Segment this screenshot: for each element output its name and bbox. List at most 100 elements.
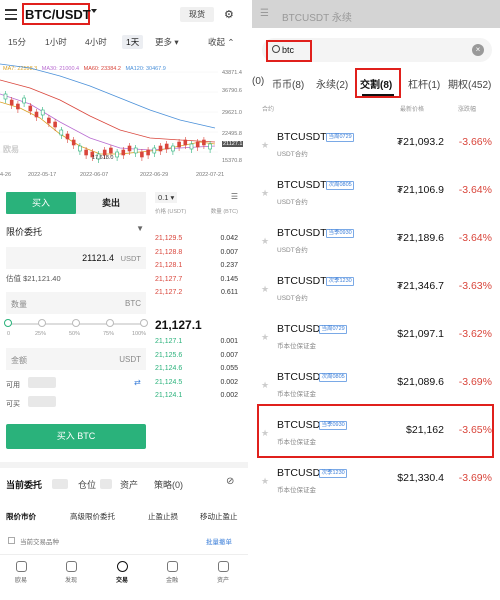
timeframe-1h[interactable]: 1小时 bbox=[45, 36, 67, 48]
tab-positions[interactable]: 仓位 bbox=[78, 478, 96, 491]
buy-tab[interactable]: 买入 bbox=[6, 192, 76, 214]
orderbook-row[interactable]: 21,129.5 0.042 bbox=[155, 235, 243, 247]
contract-row[interactable]: ★ BTCUSDT 次季1230 USDT合约 ₮21,346.7 -3.63% bbox=[252, 266, 500, 314]
quantity-input[interactable]: 数量 BTC bbox=[6, 292, 146, 314]
market-mode-toggle[interactable]: 现货 bbox=[180, 7, 214, 22]
contract-row[interactable]: ★ BTCUSDT 次周0805 USDT合约 ₮21,106.9 -3.64% bbox=[252, 170, 500, 218]
orderbook-row[interactable]: 21,124.1 0.002 bbox=[155, 392, 243, 404]
tab-options[interactable]: 期权(452) bbox=[448, 76, 491, 91]
orderbook-row[interactable]: 21,124.6 0.055 bbox=[155, 365, 243, 377]
slider-handle[interactable] bbox=[4, 319, 12, 327]
subtab-tp-sl[interactable]: 止盈止损 bbox=[148, 511, 178, 522]
depth-select[interactable]: 0.1 ▾ bbox=[155, 192, 178, 203]
expiry-tag: 当周0729 bbox=[319, 325, 348, 334]
contract-symbol: BTCUSDT bbox=[277, 179, 327, 191]
contract-row[interactable]: ★ BTCUSD 次季1230 币本位保证金 $21,330.4 -3.69% bbox=[252, 458, 500, 506]
col-price[interactable]: 最新价格 bbox=[400, 104, 424, 113]
orderbook-price: 21,124.5 bbox=[155, 378, 183, 386]
collapse-chart-button[interactable]: 收起 ⌃ bbox=[208, 36, 234, 48]
nav-home[interactable]: 欧易 bbox=[6, 561, 36, 584]
orderbook-row[interactable]: 21,124.5 0.002 bbox=[155, 379, 243, 391]
contract-row[interactable]: ★ BTCUSD 次周0805 币本位保证金 $21,089.6 -3.69% bbox=[252, 362, 500, 410]
nav-discover[interactable]: 发现 bbox=[56, 561, 86, 584]
contract-row[interactable]: ★ BTCUSD 当周0729 币本位保证金 $21,097.1 -3.62% bbox=[252, 314, 500, 362]
clear-icon[interactable]: × bbox=[472, 44, 484, 56]
nav-assets[interactable]: 资产 bbox=[208, 561, 238, 584]
price-input[interactable]: 21121.4 USDT bbox=[6, 247, 146, 269]
y-axis-label: 29621.0 bbox=[222, 110, 242, 116]
x-axis-label: 2022-07-21 bbox=[196, 172, 225, 178]
menu-icon[interactable] bbox=[5, 9, 17, 20]
col-change[interactable]: 涨跌幅 bbox=[458, 104, 476, 113]
candle-body bbox=[133, 147, 138, 154]
subtab-advanced-limit[interactable]: 高级限价委托 bbox=[70, 511, 115, 522]
ma7-line bbox=[0, 101, 216, 155]
current-pair-checkbox[interactable] bbox=[8, 537, 15, 544]
favorite-star-icon[interactable]: ★ bbox=[261, 476, 269, 487]
nav-label: 欧易 bbox=[14, 578, 27, 584]
candle-body bbox=[115, 151, 119, 158]
timeframe-1d[interactable]: 1天 bbox=[122, 35, 144, 49]
orderbook-row[interactable]: 21,128.1 0.237 bbox=[155, 262, 243, 274]
tab-favorites[interactable]: (0) bbox=[252, 76, 264, 87]
orderbook-view-icon[interactable]: ☰ bbox=[231, 192, 238, 201]
nav-trade[interactable]: 交易 bbox=[107, 561, 137, 584]
contract-change: -3.64% bbox=[458, 232, 492, 244]
favorite-star-icon[interactable]: ★ bbox=[261, 236, 269, 247]
tab-open-orders[interactable]: 当前委托 bbox=[6, 478, 42, 491]
nav-label: 发现 bbox=[64, 578, 77, 584]
tab-assets[interactable]: 资产 bbox=[120, 478, 138, 491]
slider-mark[interactable] bbox=[72, 319, 80, 327]
subtab-trailing[interactable]: 移动止盈止 bbox=[200, 511, 238, 522]
favorite-star-icon[interactable]: ★ bbox=[261, 140, 269, 151]
favorite-star-icon[interactable]: ★ bbox=[261, 284, 269, 295]
orderbook-row[interactable]: 21,125.6 0.007 bbox=[155, 352, 243, 364]
tab-strategies[interactable]: 策略(0) bbox=[154, 478, 183, 491]
contract-row[interactable]: ★ BTCUSDT 当周0729 USDT合约 ₮21,093.2 -3.66% bbox=[252, 122, 500, 170]
nav-finance[interactable]: 金融 bbox=[157, 561, 187, 584]
batch-cancel-button[interactable]: 批量撤单 bbox=[206, 536, 232, 546]
transfer-icon[interactable]: ⇄ bbox=[134, 378, 141, 387]
expiry-tag: 次季1230 bbox=[326, 277, 355, 286]
favorite-star-icon[interactable]: ★ bbox=[261, 188, 269, 199]
orderbook-row[interactable]: 21,127.1 0.001 bbox=[155, 338, 243, 350]
candle-body bbox=[183, 139, 188, 146]
orderbook-price: 21,127.2 bbox=[155, 289, 183, 296]
timeframe-more[interactable]: 更多 ▾ bbox=[155, 36, 179, 48]
pair-selector[interactable]: BTC/USDT bbox=[25, 7, 91, 22]
candlestick-chart[interactable] bbox=[0, 62, 248, 182]
orderbook-row[interactable]: 21,127.2 0.611 bbox=[155, 289, 243, 301]
timeframe-15m[interactable]: 15分 bbox=[8, 36, 26, 48]
order-type-select[interactable]: 限价委托 ▼ bbox=[6, 222, 146, 240]
orderbook-row[interactable]: 21,127.7 0.145 bbox=[155, 276, 243, 288]
tab-spot[interactable]: 币币(8) bbox=[272, 76, 304, 91]
slider-mark[interactable] bbox=[106, 319, 114, 327]
candle-body bbox=[152, 147, 157, 154]
favorite-star-icon[interactable]: ★ bbox=[261, 332, 269, 343]
x-axis-label: 2022-05-17 bbox=[28, 172, 57, 178]
candle-body bbox=[34, 111, 39, 118]
expiry-tag: 当周0729 bbox=[326, 133, 355, 142]
slider-mark[interactable] bbox=[38, 319, 46, 327]
orderbook-qty: 0.042 bbox=[220, 235, 238, 242]
slider-mark[interactable] bbox=[140, 319, 148, 327]
tab-perpetual[interactable]: 永续(2) bbox=[316, 76, 348, 91]
filter-row: 当前交易品种 批量撤单 bbox=[0, 535, 248, 549]
favorite-star-icon[interactable]: ★ bbox=[261, 380, 269, 391]
orderbook-row[interactable]: 21,128.8 0.007 bbox=[155, 249, 243, 261]
chevron-down-icon[interactable] bbox=[91, 9, 97, 13]
buy-btc-button[interactable]: 买入 BTC bbox=[6, 424, 146, 449]
candle-body bbox=[109, 147, 113, 154]
quantity-slider[interactable] bbox=[4, 319, 148, 327]
orders-history-icon[interactable]: ⊘ bbox=[226, 476, 234, 487]
candle-body bbox=[9, 99, 14, 106]
subtab-limit-market[interactable]: 限价市价 bbox=[6, 511, 36, 522]
timeframe-4h[interactable]: 4小时 bbox=[85, 36, 107, 48]
settings-icon[interactable]: ⚙ bbox=[224, 8, 234, 21]
slider-label: 75% bbox=[103, 331, 115, 337]
tab-margin[interactable]: 杠杆(1) bbox=[408, 76, 440, 91]
contract-row[interactable]: ★ BTCUSDT 当季0930 USDT合约 ₮21,189.6 -3.64% bbox=[252, 218, 500, 266]
contract-change: -3.62% bbox=[458, 328, 492, 340]
amount-input[interactable]: 金额 USDT bbox=[6, 348, 146, 370]
sell-tab[interactable]: 卖出 bbox=[76, 192, 146, 214]
